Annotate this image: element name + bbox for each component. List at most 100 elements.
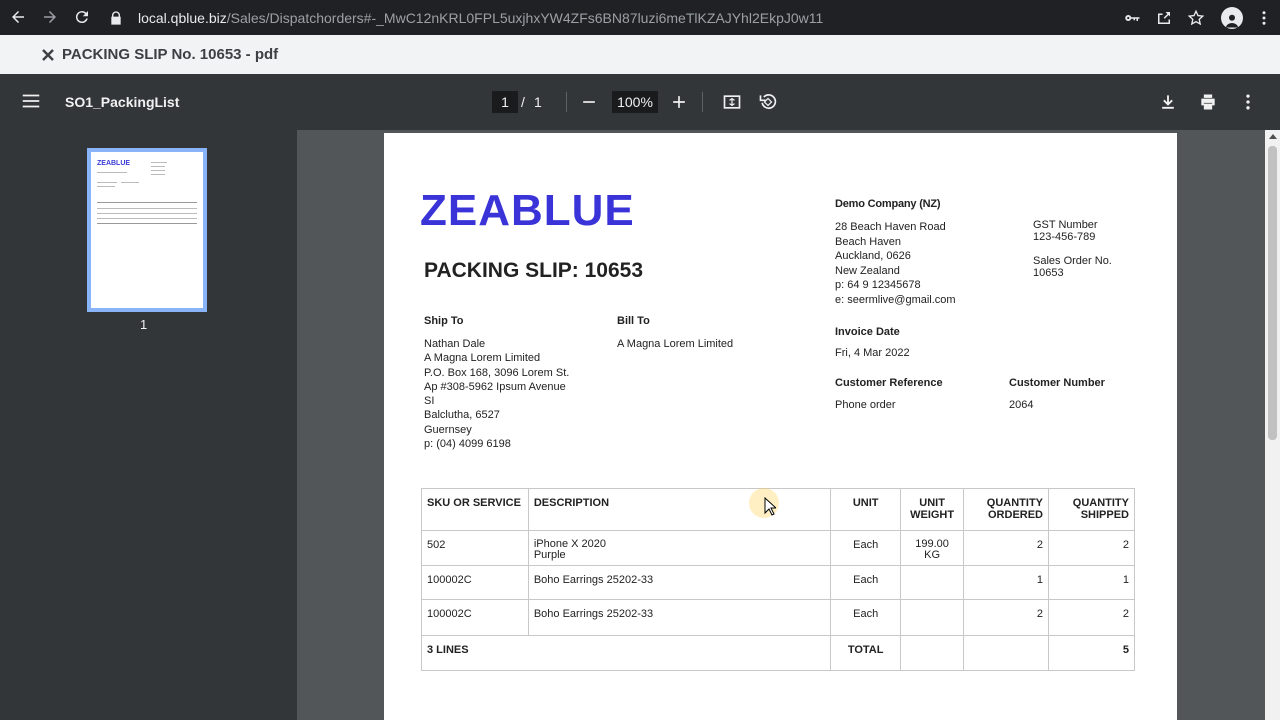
- share-button[interactable]: [1148, 2, 1180, 34]
- company-identifiers: GST Number 123-456-789 Sales Order No. 1…: [1033, 219, 1112, 279]
- profile-icon: [1221, 6, 1243, 29]
- invoice-date-label: Invoice Date: [835, 326, 900, 338]
- download-button[interactable]: [1156, 90, 1180, 114]
- fit-page-icon: [723, 95, 741, 109]
- cell-unit: Each: [830, 599, 902, 636]
- page-separator: /: [521, 94, 525, 110]
- print-button[interactable]: [1196, 90, 1220, 114]
- cell-quantity-shipped: 2: [1048, 599, 1135, 636]
- customer-number-label: Customer Number: [1009, 377, 1105, 389]
- thumbnail-line: [121, 182, 139, 183]
- header-line: WEIGHT: [910, 509, 955, 521]
- ship-to-line: Balclutha, 6527: [424, 409, 500, 422]
- thumbnail-line: [97, 208, 197, 209]
- company-email: e: seermlive@gmail.com: [835, 293, 956, 306]
- gst-label: GST Number: [1033, 219, 1098, 231]
- ship-to-line: A Magna Lorem Limited: [424, 352, 541, 365]
- thumbnail-line: [151, 170, 165, 171]
- more-options-icon: [1246, 94, 1250, 110]
- profile-button[interactable]: [1212, 2, 1252, 34]
- cell-empty: [963, 635, 1050, 671]
- forward-icon: [44, 11, 56, 23]
- lock-icon: [111, 10, 121, 25]
- pdf-viewer: ZEABLUE PACKING SLIP: 10653 Demo Company…: [297, 130, 1265, 720]
- page-number-input[interactable]: 1: [492, 91, 518, 113]
- table-row: 100002C Boho Earrings 25202-33 Each 1 1: [421, 565, 1135, 600]
- star-icon: [1187, 9, 1205, 25]
- reload-button[interactable]: [66, 1, 98, 33]
- company-address: 28 Beach Haven Road Beach Haven Auckland…: [835, 220, 956, 307]
- table-row: 100002C Boho Earrings 25202-33 Each 2 2: [421, 599, 1135, 636]
- document-title: PACKING SLIP No. 10653 - pdf: [62, 46, 279, 63]
- pdf-toolbar: SO1_PackingList 1 / 1 100%: [0, 74, 1280, 130]
- page-thumbnail[interactable]: ZEABLUE: [87, 148, 207, 312]
- cell-quantity-ordered: 1: [963, 565, 1050, 600]
- thumbnail-line: [97, 186, 115, 187]
- zoom-out-button[interactable]: [577, 90, 601, 114]
- back-icon: [12, 11, 24, 23]
- download-icon: [1162, 95, 1174, 109]
- ship-to-address: Nathan Dale A Magna Lorem Limited P.O. B…: [424, 337, 569, 451]
- column-header-unit-weight: UNIT WEIGHT: [900, 488, 965, 531]
- cell-description: Boho Earrings 25202-33: [527, 565, 832, 600]
- zoom-input[interactable]: 100%: [612, 91, 658, 113]
- gst-value: 123-456-789: [1033, 231, 1096, 243]
- company-address-line: New Zealand: [835, 264, 900, 277]
- toolbar-divider: [566, 92, 567, 112]
- thumbnail-line: [97, 223, 197, 224]
- toolbar-divider: [702, 92, 703, 112]
- ship-to-line: SI: [424, 395, 435, 408]
- ship-to-line: P.O. Box 168, 3096 Lorem St.: [424, 366, 570, 379]
- thumbnail-sidebar: ZEABLUE 1: [0, 130, 297, 720]
- reload-icon: [75, 11, 88, 24]
- vertical-scrollbar[interactable]: [1265, 130, 1280, 720]
- hamburger-menu-icon[interactable]: [20, 90, 42, 112]
- rotate-button[interactable]: [756, 90, 780, 114]
- browser-menu-button[interactable]: [1252, 2, 1276, 34]
- header-line: QUANTITY: [1072, 497, 1129, 509]
- rotate-icon: [759, 94, 777, 109]
- column-header-quantity-ordered: QUANTITY ORDERED: [963, 488, 1050, 531]
- url-field[interactable]: local.qblue.biz/Sales/Dispatchorders#-_M…: [108, 0, 823, 35]
- thumbnail-line: [151, 166, 165, 167]
- bill-to-line: A Magna Lorem Limited: [617, 338, 734, 350]
- packing-slip-title: PACKING SLIP: 10653: [424, 259, 644, 282]
- thumbnail-line: [97, 172, 127, 173]
- thumbnail-logo: ZEABLUE: [97, 160, 131, 167]
- ship-to-line: Guernsey: [424, 423, 472, 436]
- scroll-up-arrow-icon[interactable]: [1269, 134, 1277, 139]
- page-total: 1: [534, 94, 542, 110]
- zoom-in-button[interactable]: [667, 90, 691, 114]
- url-path: /Sales/Dispatchorders#-_MwC12nKRL0FPL5ux…: [226, 9, 824, 26]
- cell-line-count: 3 LINES: [420, 635, 831, 671]
- thumbnail-line: [97, 213, 197, 214]
- cell-total-shipped: 5: [1048, 635, 1135, 671]
- header-line: SHIPPED: [1080, 509, 1129, 521]
- more-options-button[interactable]: [1236, 90, 1260, 114]
- fit-page-button[interactable]: [720, 90, 744, 114]
- company-address-line: 28 Beach Haven Road: [835, 221, 946, 233]
- zoom-in-icon: [673, 96, 685, 108]
- customer-number-value: 2064: [1009, 399, 1034, 411]
- bookmark-button[interactable]: [1180, 2, 1212, 34]
- sales-order-label: Sales Order No.: [1033, 255, 1112, 267]
- close-icon[interactable]: [40, 47, 56, 63]
- share-icon: [1158, 11, 1170, 24]
- cell-quantity-ordered: 2: [963, 599, 1050, 636]
- password-key-button[interactable]: [1116, 2, 1148, 34]
- thumbnail-line: [151, 162, 167, 163]
- scrollbar-thumb[interactable]: [1268, 146, 1277, 440]
- thumbnail-line: [97, 182, 117, 183]
- back-button[interactable]: [2, 1, 34, 33]
- thumbnail-line: [151, 174, 165, 175]
- cell-description: iPhone X 2020 Purple: [527, 530, 832, 566]
- cell-unit: Each: [830, 530, 902, 566]
- cell-description: Boho Earrings 25202-33: [527, 599, 832, 636]
- company-name: Demo Company (NZ): [835, 198, 941, 210]
- forward-button[interactable]: [34, 1, 66, 33]
- ship-to-line: Ap #308-5962 Ipsum Avenue: [424, 380, 566, 393]
- key-icon: [1125, 14, 1140, 21]
- cell-unit-weight: [900, 599, 965, 636]
- invoice-date-value: Fri, 4 Mar 2022: [835, 347, 910, 359]
